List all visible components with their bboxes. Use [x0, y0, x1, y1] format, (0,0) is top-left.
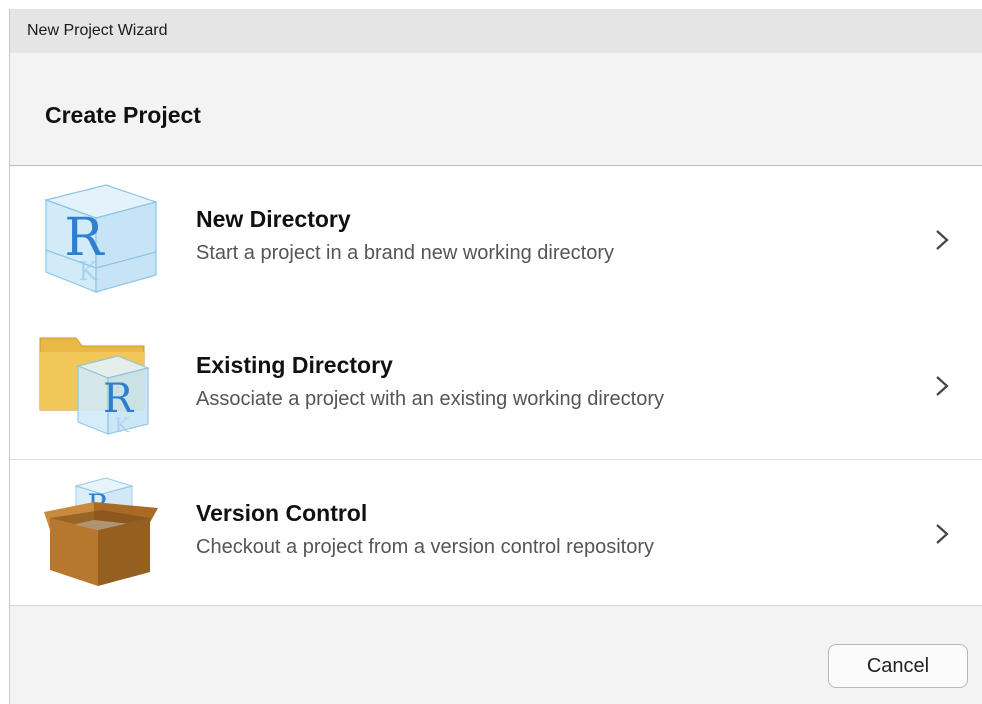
chevron-right-icon	[936, 376, 949, 396]
cancel-button[interactable]: Cancel	[828, 644, 968, 688]
existing-directory-option[interactable]: R K Existing Directory Associate a proje…	[10, 312, 982, 460]
window-title: New Project Wizard	[27, 22, 168, 39]
dialog-footer: Cancel	[10, 607, 982, 704]
svg-text:K: K	[115, 413, 131, 437]
option-description: Checkout a project from a version contro…	[196, 536, 654, 558]
svg-text:K: K	[78, 257, 98, 287]
new-project-wizard-dialog: New Project Wizard Create Project R K Ne…	[9, 9, 982, 704]
option-title: Version Control	[196, 500, 368, 526]
folder-r-icon: R K	[39, 337, 150, 437]
project-type-list: R K New Directory Start a project in a b…	[10, 166, 982, 606]
title-bar: New Project Wizard	[10, 9, 982, 53]
dialog-header: Create Project	[10, 53, 982, 166]
option-title: Existing Directory	[196, 352, 393, 378]
r-cube-icon: R K	[43, 184, 159, 293]
option-title: New Directory	[196, 206, 351, 232]
version-control-option[interactable]: R Version Control Checkout a project fro…	[10, 460, 982, 606]
option-description: Start a project in a brand new working d…	[196, 242, 614, 264]
page-title: Create Project	[45, 102, 201, 128]
chevron-right-icon	[936, 524, 949, 544]
option-description: Associate a project with an existing wor…	[196, 388, 664, 410]
chevron-right-icon	[936, 230, 949, 250]
new-directory-option[interactable]: R K New Directory Start a project in a b…	[10, 166, 982, 313]
box-r-icon: R	[44, 477, 158, 586]
